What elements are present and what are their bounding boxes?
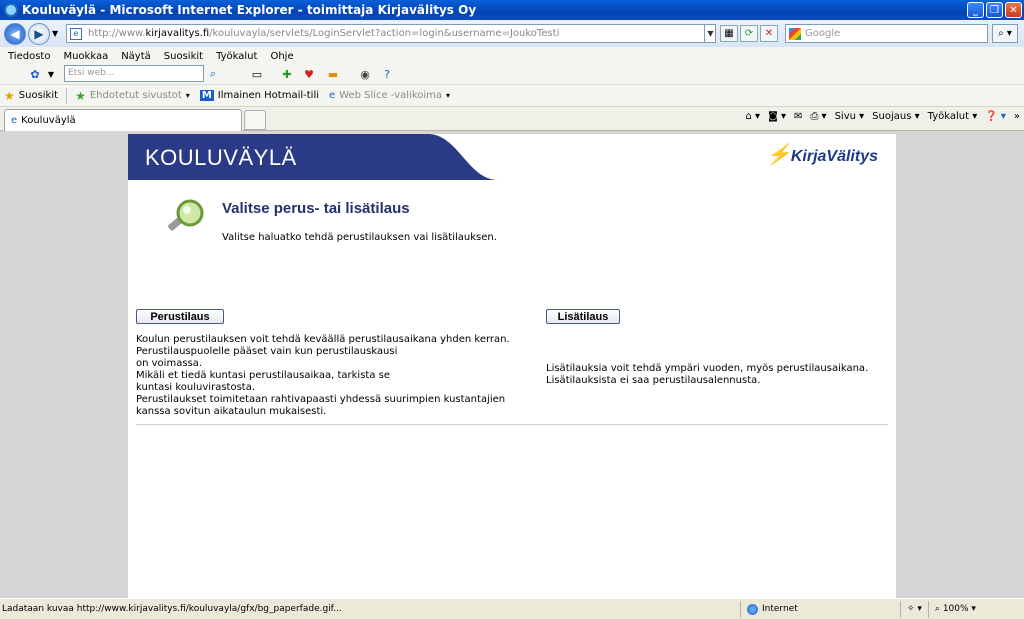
- google-icon: [789, 27, 801, 40]
- lisatilaus-description: Lisätilauksia voit tehdä ympäri vuoden, …: [546, 363, 886, 387]
- favorites-bar: ★ Suosikit ★ Ehdotetut sivustot ▾ M Ilma…: [0, 85, 1024, 107]
- url-domain: kirjavalitys.fi: [145, 28, 210, 39]
- ie-logo-icon: [4, 3, 18, 17]
- address-dropdown-icon[interactable]: ▼: [704, 25, 716, 42]
- protected-mode-icon[interactable]: ✧ ▾: [900, 600, 928, 618]
- url-prefix: http://www.: [88, 28, 146, 39]
- menu-view[interactable]: Näytä: [121, 51, 151, 62]
- tools-menu[interactable]: Työkalut ▾: [928, 111, 978, 122]
- options-icon[interactable]: ◉: [358, 67, 372, 81]
- lisatilaus-button[interactable]: Lisätilaus: [546, 309, 620, 324]
- text-line: kanssa sovitun aikataulun mukaisesti.: [136, 406, 327, 417]
- add-favorite-icon[interactable]: ★: [75, 89, 86, 103]
- tab-bar: e Kouluväylä ⌂ ▾ ◙ ▾ ✉ ⎙ ▾ Sivu ▾ Suojau…: [0, 107, 1024, 131]
- maximize-button[interactable]: ❐: [986, 2, 1003, 18]
- search-input[interactable]: Google: [785, 24, 988, 43]
- read-mail-icon[interactable]: ✉: [794, 111, 802, 122]
- suggested-sites-link[interactable]: Ehdotetut sivustot: [90, 90, 182, 101]
- browser-viewport: KOULUVÄYLÄ ⚡KirjaVälitys Valitse perus- …: [0, 131, 1024, 598]
- web-search-input[interactable]: Etsi web...: [64, 65, 204, 82]
- menu-help[interactable]: Ohje: [270, 51, 293, 62]
- history-dropdown-icon[interactable]: ▼: [52, 29, 58, 38]
- home-icon[interactable]: ⌂ ▾: [746, 111, 761, 122]
- favorites-button[interactable]: Suosikit: [19, 90, 58, 101]
- menu-edit[interactable]: Muokkaa: [63, 51, 108, 62]
- search-go-icon[interactable]: ⌕ ▾: [992, 24, 1018, 43]
- text-line: Lisätilauksia voit tehdä ympäri vuoden, …: [546, 363, 869, 374]
- back-button[interactable]: ◀: [4, 22, 26, 45]
- webslice-icon: e: [329, 90, 336, 101]
- minimize-button[interactable]: _: [967, 2, 984, 18]
- forward-button[interactable]: ▶: [28, 22, 50, 45]
- add-icon[interactable]: ✚: [280, 67, 294, 81]
- text-line: Lisätilauksista ei saa perustilausalennu…: [546, 375, 761, 386]
- close-button[interactable]: ✕: [1005, 2, 1022, 18]
- page-heading: Valitse perus- tai lisätilaus: [222, 200, 410, 217]
- text-line: Koulun perustilauksen voit tehdä kevääll…: [136, 334, 510, 345]
- command-bar: ⌂ ▾ ◙ ▾ ✉ ⎙ ▾ Sivu ▾ Suojaus ▾ Työkalut …: [746, 111, 1020, 122]
- safety-menu[interactable]: Suojaus ▾: [872, 111, 919, 122]
- text-line: Mikäli et tiedä kuntasi perustilausaikaa…: [136, 370, 390, 381]
- menu-file[interactable]: Tiedosto: [8, 51, 50, 62]
- page-subtext: Valitse haluatko tehdä perustilauksen va…: [222, 232, 497, 243]
- zoom-icon: ⌕: [934, 604, 943, 614]
- suggested-dropdown-icon[interactable]: ▾: [186, 91, 190, 100]
- text-line: Perustilaukset toimitetaan rahtivapaasti…: [136, 394, 506, 405]
- tab-page-icon: e: [11, 115, 18, 126]
- tab-kouluvayla[interactable]: e Kouluväylä: [4, 109, 242, 131]
- help-icon[interactable]: ?: [380, 67, 394, 81]
- refresh-icon[interactable]: ⟳: [740, 25, 758, 42]
- text-line: on voimassa.: [136, 358, 203, 369]
- page-menu[interactable]: Sivu ▾: [835, 111, 865, 122]
- magnifier-icon: [168, 199, 204, 231]
- photos-icon[interactable]: ▬: [326, 67, 340, 81]
- banner-title: KOULUVÄYLÄ: [145, 145, 297, 170]
- zoom-control[interactable]: ⌕ 100% ▾: [927, 600, 982, 618]
- favorites-star-icon: ★: [4, 88, 15, 103]
- new-tab-button[interactable]: [244, 110, 266, 130]
- title-bar: Kouluväylä - Microsoft Internet Explorer…: [0, 0, 1024, 20]
- tab-title: Kouluväylä: [21, 115, 76, 126]
- menu-tools[interactable]: Työkalut: [216, 51, 257, 62]
- search-placeholder: Google: [805, 28, 841, 39]
- page-icon: e: [70, 27, 82, 40]
- hotmail-icon: M: [199, 90, 214, 101]
- mail-icon[interactable]: ▭: [250, 67, 264, 81]
- toolbar-dropdown-icon[interactable]: ▼: [44, 67, 58, 81]
- print-icon[interactable]: ⎙ ▾: [810, 111, 826, 122]
- zoom-level: 100%: [942, 604, 969, 614]
- url-rest: /kouluvayla/servlets/LoginServlet?action…: [209, 28, 560, 39]
- web-search-icon[interactable]: ⌕: [206, 67, 220, 81]
- chevron-right-icon[interactable]: »: [1014, 111, 1020, 122]
- web-page: KOULUVÄYLÄ ⚡KirjaVälitys Valitse perus- …: [128, 134, 896, 598]
- info-box: Valitse perus- tai lisätilaus Valitse ha…: [136, 188, 888, 276]
- divider: [136, 424, 888, 425]
- perustilaus-description: Koulun perustilauksen voit tehdä kevääll…: [136, 334, 536, 418]
- webslice-dropdown-icon[interactable]: ▾: [446, 91, 450, 100]
- zone-label: Internet: [762, 604, 798, 614]
- search-toolbar: ✿ ▼ Etsi web... ⌕ ▭ ✚ ♥ ▬ ◉ ?: [0, 63, 1024, 85]
- messenger-icon[interactable]: ♥: [302, 67, 316, 81]
- globe-icon: [747, 603, 758, 615]
- separator: [66, 87, 68, 104]
- address-row: ◀ ▶ ▼ e http://www. kirjavalitys.fi/koulu…: [0, 20, 1024, 47]
- text-line: kuntasi kouluvirastosta.: [136, 382, 256, 393]
- text-line: Perustilauspuolelle pääset vain kun peru…: [136, 346, 398, 357]
- kirjavalitys-logo: ⚡KirjaVälitys: [765, 144, 878, 166]
- perustilaus-button[interactable]: Perustilaus: [136, 309, 224, 324]
- hotmail-link[interactable]: Ilmainen Hotmail-tili: [218, 90, 319, 101]
- address-bar[interactable]: e http://www. kirjavalitys.fi/kouluvayla/…: [66, 24, 716, 43]
- help-menu-icon[interactable]: ❓ ▾: [985, 111, 1006, 122]
- feeds-icon[interactable]: ◙ ▾: [768, 111, 786, 122]
- windows-live-icon[interactable]: ✿: [28, 67, 42, 81]
- stop-icon[interactable]: ✕: [760, 25, 778, 42]
- status-bar: Ladataan kuvaa http://www.kirjavalitys.f…: [0, 598, 1024, 619]
- menu-favorites[interactable]: Suosikit: [164, 51, 203, 62]
- zone-indicator: Internet: [740, 600, 900, 618]
- status-text: Ladataan kuvaa http://www.kirjavalitys.f…: [2, 604, 342, 614]
- window-title: Kouluväylä - Microsoft Internet Explorer…: [22, 3, 477, 17]
- compatibility-view-icon[interactable]: ▦: [720, 25, 738, 42]
- webslice-link[interactable]: Web Slice -valikoima: [339, 90, 442, 101]
